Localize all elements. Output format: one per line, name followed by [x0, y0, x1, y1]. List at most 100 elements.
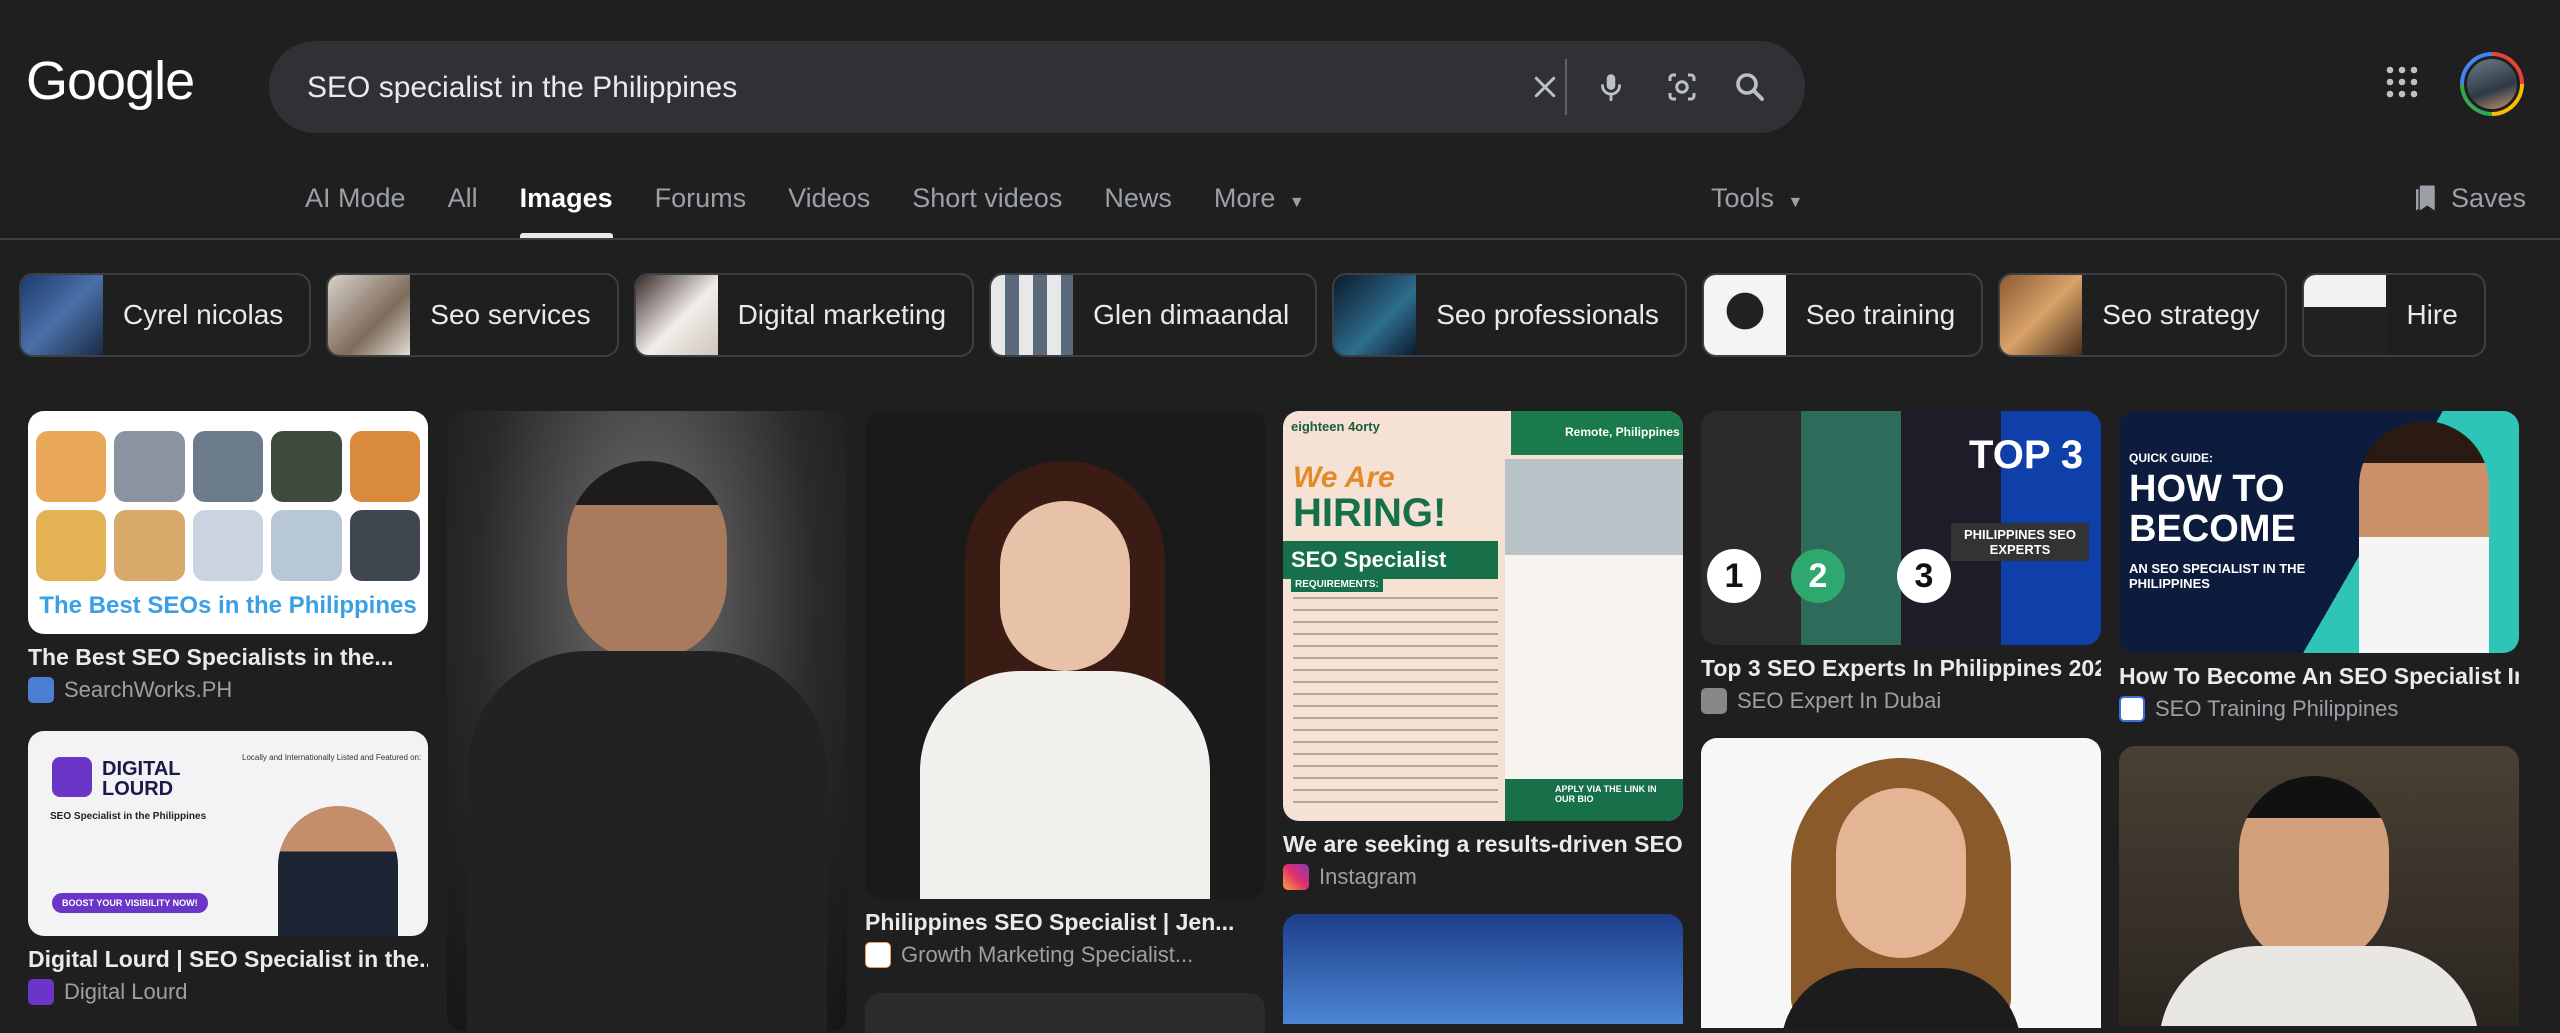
source-name: Digital Lourd: [64, 979, 188, 1004]
result-title[interactable]: Philippines SEO Specialist | Jen...: [865, 909, 1265, 936]
chip-hire[interactable]: Hire: [2302, 273, 2486, 357]
chip-thumbnail: [21, 275, 103, 355]
rank-3-badge: 3: [1897, 549, 1951, 603]
image-result-5[interactable]: 1 2 3 TOP 3 PHILIPPINES SEO EXPERTS Top …: [1701, 411, 2101, 714]
image-result-3[interactable]: Philippines SEO Specialist | Jen... Grow…: [865, 411, 1265, 968]
lens-icon[interactable]: [1658, 63, 1706, 111]
tab-more[interactable]: More ▼: [1214, 178, 1305, 238]
source-name: SEO Training Philippines: [2155, 696, 2399, 721]
result-thumbnail[interactable]: [447, 411, 847, 1031]
result-source[interactable]: Growth Marketing Specialist...: [865, 942, 1265, 968]
chip-cyrel-nicolas[interactable]: Cyrel nicolas: [19, 273, 312, 357]
image-result-6[interactable]: QUICK GUIDE: HOW TO BECOME AN SEO SPECIA…: [2119, 411, 2519, 722]
chip-thumbnail: [635, 275, 718, 355]
person-face: [1836, 788, 1966, 958]
thumbnail-brand: DIGITAL LOURD: [102, 758, 181, 800]
result-title[interactable]: Top 3 SEO Experts In Philippines 202...: [1701, 655, 2101, 682]
result-thumbnail[interactable]: QUICK GUIDE: HOW TO BECOME AN SEO SPECIA…: [2119, 411, 2519, 653]
microphone-icon[interactable]: [1587, 63, 1635, 111]
result-thumbnail[interactable]: [865, 411, 1265, 899]
thumbnail-subtitle: PHILIPPINES SEO EXPERTS: [1951, 523, 2089, 561]
chip-seo-strategy[interactable]: Seo strategy: [1998, 273, 2288, 357]
searchworks-favicon: [28, 677, 54, 703]
result-thumbnail[interactable]: 1 2 3 TOP 3 PHILIPPINES SEO EXPERTS: [1701, 411, 2101, 645]
thumbnail-subtitle: AN SEO SPECIALIST IN THE PHILIPPINES: [2129, 561, 2306, 591]
image-result-portrait-woman[interactable]: [1701, 738, 2101, 1028]
chip-label: Glen dimaandal: [1093, 299, 1290, 330]
caret-down-icon: ▼: [1288, 194, 1305, 211]
rank-1-badge: 1: [1707, 549, 1761, 603]
tab-all[interactable]: All: [448, 178, 478, 238]
result-thumbnail[interactable]: DIGITAL LOURD Locally and Internationall…: [28, 731, 428, 936]
image-result-portrait-man[interactable]: [447, 411, 847, 1031]
search-box[interactable]: [269, 41, 1805, 135]
result-title[interactable]: Digital Lourd | SEO Specialist in the...: [28, 946, 428, 973]
search-icon[interactable]: [1726, 63, 1774, 111]
person-head: [567, 461, 727, 661]
thumbnail-top: TOP 3: [1969, 433, 2084, 477]
digital-lourd-logo: [52, 757, 92, 797]
thumbnail-quick-guide: QUICK GUIDE:: [2129, 451, 2213, 465]
chip-label: Hire: [2406, 299, 2458, 330]
clear-icon[interactable]: [1521, 63, 1569, 111]
thumbnail-subtitle: SEO Specialist in the Philippines: [50, 811, 207, 822]
chip-glen-dimaandal[interactable]: Glen dimaandal: [989, 273, 1318, 357]
bookmark-icon: [2416, 185, 2435, 211]
chip-seo-professionals[interactable]: Seo professionals: [1332, 273, 1687, 357]
thumbnail-cta: BOOST YOUR VISIBILITY NOW!: [52, 893, 208, 913]
thumbnail-how: HOW TO BECOME: [2129, 468, 2296, 550]
tab-ai-mode[interactable]: AI Mode: [305, 178, 406, 238]
account-avatar[interactable]: [2460, 52, 2524, 116]
thumbnail-role: SEO Specialist: [1283, 541, 1498, 579]
chip-thumbnail: [1334, 275, 1417, 355]
search-input[interactable]: [305, 41, 1509, 135]
person-blazer: [920, 671, 1210, 899]
image-result-4[interactable]: eighteen 4orty Remote, Philippines We Ar…: [1283, 411, 1683, 890]
tab-short-videos[interactable]: Short videos: [912, 178, 1062, 238]
result-source[interactable]: Instagram: [1283, 864, 1683, 890]
digital-lourd-favicon: [28, 979, 54, 1005]
image-result-partial[interactable]: [1283, 914, 1683, 1024]
image-result-partial[interactable]: [865, 993, 1265, 1033]
chip-label: Digital marketing: [737, 299, 947, 330]
thumbnail-location: Remote, Philippines: [1565, 425, 1680, 439]
image-result-portrait-man-2[interactable]: [2119, 746, 2519, 1026]
result-source[interactable]: SEO Expert In Dubai: [1701, 688, 2101, 714]
chip-thumbnail: [2304, 275, 2387, 355]
source-name: Instagram: [1319, 864, 1417, 889]
caret-down-icon: ▼: [1787, 194, 1804, 211]
rank-2-badge: 2: [1791, 549, 1845, 603]
result-source[interactable]: SEO Training Philippines: [2119, 696, 2519, 722]
source-name: Growth Marketing Specialist...: [901, 942, 1194, 967]
growth-marketing-favicon: [865, 942, 891, 968]
tab-videos[interactable]: Videos: [788, 178, 870, 238]
tab-news[interactable]: News: [1104, 178, 1172, 238]
result-source[interactable]: Digital Lourd: [28, 979, 428, 1005]
thumbnail-requirements: REQUIREMENTS:: [1291, 577, 1383, 592]
tab-images[interactable]: Images: [519, 178, 613, 238]
google-apps-icon[interactable]: [2384, 64, 2420, 105]
image-result-2[interactable]: DIGITAL LOURD Locally and Internationall…: [28, 731, 428, 1005]
chip-seo-training[interactable]: Seo training: [1701, 273, 1984, 357]
instagram-icon: [1283, 864, 1309, 890]
result-title[interactable]: The Best SEO Specialists in the...: [28, 644, 428, 671]
chip-seo-services[interactable]: Seo services: [326, 273, 619, 357]
tab-forums[interactable]: Forums: [655, 178, 747, 238]
tab-more-label: More: [1213, 183, 1276, 213]
result-title[interactable]: How To Become An SEO Specialist In...: [2119, 663, 2519, 690]
saves-button[interactable]: Saves: [2413, 178, 2526, 218]
result-thumbnail[interactable]: eighteen 4orty Remote, Philippines We Ar…: [1283, 411, 1683, 821]
google-logo[interactable]: Google: [26, 50, 195, 112]
thumbnail-hiring-1: We Are: [1293, 461, 1395, 494]
chip-thumbnail: [2000, 275, 2083, 355]
result-source[interactable]: SearchWorks.PH: [28, 677, 428, 703]
person-photo: [278, 806, 398, 936]
result-thumbnail[interactable]: The Best SEOs in the Philippines: [28, 411, 428, 634]
chip-digital-marketing[interactable]: Digital marketing: [633, 273, 975, 357]
image-result-1[interactable]: The Best SEOs in the Philippines The Bes…: [28, 411, 428, 703]
chip-label: Seo strategy: [2102, 299, 2260, 330]
person-photo: [2359, 421, 2489, 653]
tools-button[interactable]: Tools ▼: [1711, 178, 1803, 223]
result-title[interactable]: We are seeking a results-driven SEO...: [1283, 831, 1683, 858]
person-face: [2239, 776, 2389, 966]
